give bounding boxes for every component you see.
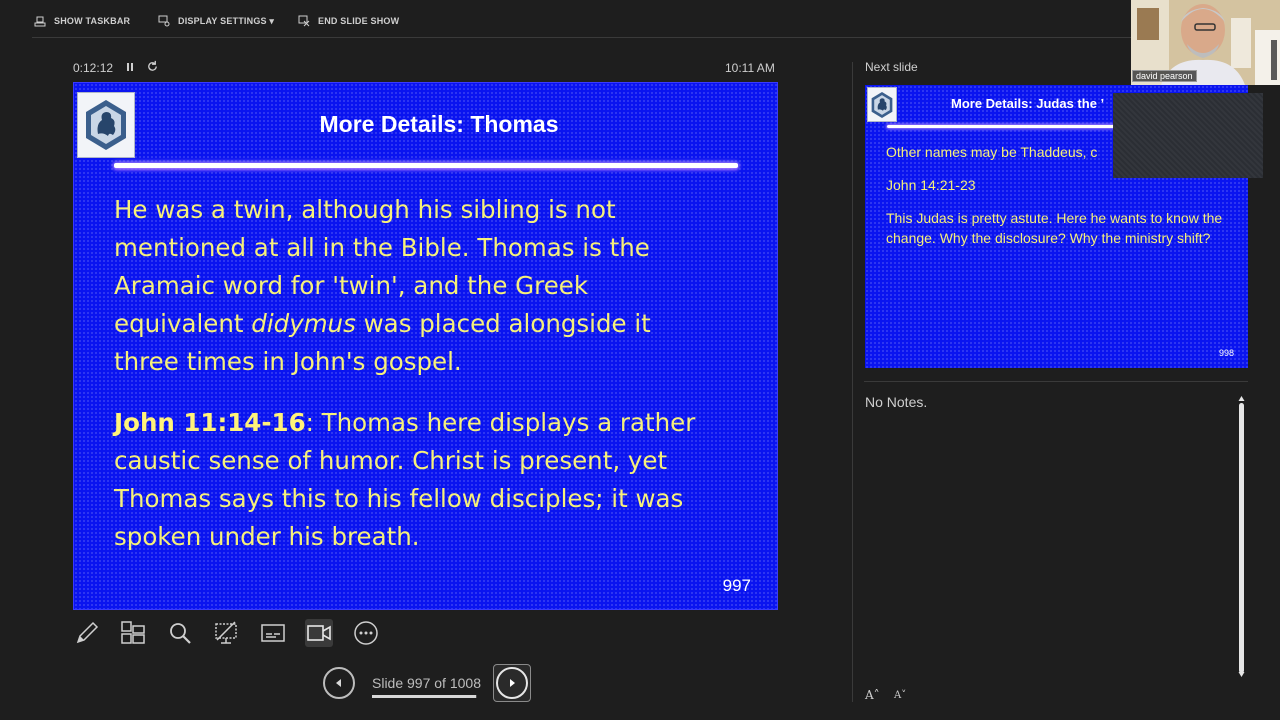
more-icon xyxy=(354,621,378,645)
end-slide-show-label: END SLIDE SHOW xyxy=(318,16,400,26)
toolbar-divider xyxy=(32,37,1132,38)
para2-line2: caustic sense of humor. Christ is presen… xyxy=(114,446,668,475)
display-settings-label: DISPLAY SETTINGS ▾ xyxy=(178,15,275,26)
slide-progress-fill xyxy=(372,695,476,698)
webcam-name-tag: david pearson xyxy=(1132,70,1197,82)
next-line-3: This Judas is pretty astute. Here he wan… xyxy=(886,210,1223,246)
pointer-icon xyxy=(215,621,237,644)
para1-line2: mentioned at all in the Bible. Thomas is… xyxy=(114,233,650,262)
para1-line4c: was placed alongside it xyxy=(355,309,651,338)
para1-line5: three times in John's gospel. xyxy=(114,347,462,376)
slide-paragraph-2: John 11:14-16: Thomas here displays a ra… xyxy=(114,404,734,556)
slide-title: More Details: Thomas xyxy=(319,111,559,137)
subtitles-button[interactable] xyxy=(259,619,287,647)
para1-line1: He was a twin, although his sibling is n… xyxy=(114,195,616,224)
subtitles-icon xyxy=(261,624,285,642)
next-slide-circle xyxy=(496,667,528,699)
slide-progress-bar xyxy=(372,695,477,698)
slide-counter[interactable]: Slide 997 of 1008 xyxy=(372,675,481,691)
next-line-2: John 14:21-23 xyxy=(886,177,976,193)
elapsed-timer: 0:12:12 xyxy=(73,61,114,75)
slide-body: He was a twin, although his sibling is n… xyxy=(114,191,734,556)
next-slide-label: Next slide xyxy=(865,60,918,74)
speaker-notes: No Notes. xyxy=(865,394,928,410)
camera-icon xyxy=(307,625,331,641)
slide-paragraph-1: He was a twin, although his sibling is n… xyxy=(114,191,734,381)
display-settings-button[interactable]: DISPLAY SETTINGS ▾ xyxy=(158,14,274,28)
para2-line3: Thomas says this to his fellow disciples… xyxy=(114,484,684,513)
lion-star-logo-icon xyxy=(86,100,126,150)
reset-icon[interactable] xyxy=(146,60,159,73)
next-slide-button[interactable] xyxy=(493,664,531,702)
secondary-video-tile xyxy=(1113,93,1263,178)
camera-toggle-button[interactable] xyxy=(305,619,333,647)
para1-line3: Aramaic word for 'twin', and the Greek xyxy=(114,271,589,300)
show-taskbar-label: SHOW TASKBAR xyxy=(54,16,131,26)
para2-line1: : Thomas here displays a rather xyxy=(305,408,696,437)
top-toolbar: SHOW TASKBAR DISPLAY SETTINGS ▾ END SLID… xyxy=(0,0,1280,38)
display-settings-icon xyxy=(158,15,170,27)
next-arrow-icon xyxy=(510,679,515,687)
next-slide-title: More Details: Judas the ’ xyxy=(951,96,1105,111)
next-slide-logo xyxy=(867,87,897,122)
end-show-icon xyxy=(298,15,310,27)
pause-icon[interactable] xyxy=(125,61,135,73)
zoom-button[interactable] xyxy=(166,619,194,647)
para1-italic-word: didymus xyxy=(251,309,356,338)
more-options-button[interactable] xyxy=(352,619,380,647)
end-slide-show-button[interactable]: END SLIDE SHOW xyxy=(298,14,399,28)
para2-line4: spoken under his breath. xyxy=(114,522,420,551)
pen-icon xyxy=(76,621,99,644)
next-slide-number: 998 xyxy=(1218,348,1234,358)
lion-star-logo-icon xyxy=(871,91,893,118)
show-taskbar-button[interactable]: SHOW TASKBAR xyxy=(34,14,130,28)
increase-font-button[interactable]: A˄ xyxy=(865,688,880,702)
decrease-font-button[interactable]: A˅ xyxy=(894,690,906,701)
pen-tool-button[interactable] xyxy=(73,619,101,647)
notes-scroll-thumb[interactable] xyxy=(1239,403,1244,673)
notes-divider xyxy=(864,381,1248,382)
black-screen-button[interactable] xyxy=(212,619,240,647)
all-slides-icon xyxy=(121,621,145,644)
see-all-slides-button[interactable] xyxy=(119,619,147,647)
scripture-reference: John 11:14-16 xyxy=(114,408,306,437)
title-rule xyxy=(114,163,738,168)
previous-slide-button[interactable] xyxy=(323,667,355,699)
panel-divider xyxy=(852,62,853,702)
current-slide[interactable]: More Details: Thomas He was a twin, alth… xyxy=(73,82,778,610)
clock: 10:11 AM xyxy=(725,61,775,75)
para1-line4a: equivalent xyxy=(114,309,252,338)
prev-arrow-icon xyxy=(336,679,341,687)
slide-logo xyxy=(77,92,135,158)
taskbar-icon xyxy=(34,16,46,27)
zoom-icon xyxy=(170,623,191,644)
slide-number: 997 xyxy=(722,576,751,595)
